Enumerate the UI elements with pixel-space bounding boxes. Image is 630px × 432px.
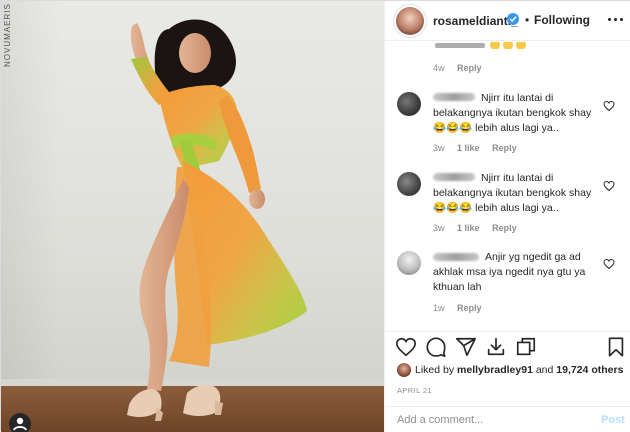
comment-text: Anjir yg ngedit ga ad akhlak msa iya nge… bbox=[433, 251, 586, 293]
author-avatar[interactable] bbox=[396, 7, 424, 35]
comment-meta: 4w Reply bbox=[433, 63, 492, 73]
comments-list[interactable]: 4w Reply Njirr itu lantai di belakangnya… bbox=[385, 41, 630, 331]
add-comment-input[interactable] bbox=[397, 412, 587, 428]
add-comment-bar: Post bbox=[385, 406, 630, 432]
commenter-avatar[interactable] bbox=[397, 251, 421, 275]
liked-by-prefix: Liked by bbox=[415, 364, 458, 376]
liked-by-row: Liked by mellybradley91 and 19,724 other… bbox=[397, 363, 627, 377]
heart-icon[interactable] bbox=[395, 336, 417, 358]
comment-text: Njirr itu lantai di belakangnya ikutan b… bbox=[433, 92, 592, 134]
commenter-avatar[interactable] bbox=[397, 92, 421, 116]
post-date[interactable]: APRIL 21 bbox=[397, 386, 432, 395]
download-icon[interactable] bbox=[485, 336, 507, 358]
more-options-icon[interactable] bbox=[607, 11, 625, 27]
comment-text: Njirr itu lantai di belakangnya ikutan b… bbox=[433, 172, 592, 214]
post-frame: NOVUMAERIS rosameldianti_ • Following 4w… bbox=[0, 0, 630, 432]
author-username[interactable]: rosameldianti_ bbox=[433, 14, 518, 28]
liked-by-user[interactable]: mellybradley91 bbox=[457, 364, 533, 376]
liker-avatar[interactable] bbox=[397, 363, 411, 377]
header-separator: • bbox=[525, 13, 530, 27]
commenter-avatar[interactable] bbox=[397, 172, 421, 196]
right-shoe bbox=[183, 385, 221, 416]
comment-time: 3w bbox=[433, 143, 445, 153]
post-actions-bar bbox=[385, 331, 630, 361]
following-button[interactable]: Following bbox=[534, 13, 590, 27]
reply-button[interactable]: Reply bbox=[457, 303, 482, 313]
share-icon[interactable] bbox=[455, 336, 477, 358]
post-comment-button[interactable]: Post bbox=[601, 414, 625, 426]
reply-button[interactable]: Reply bbox=[492, 143, 517, 153]
liked-by-count[interactable]: 19,724 others bbox=[556, 364, 623, 376]
comment-likes[interactable]: 1 like bbox=[457, 143, 480, 153]
like-comment-heart-icon[interactable] bbox=[603, 257, 615, 270]
comment-likes[interactable]: 1 like bbox=[457, 223, 480, 233]
post-side-panel: rosameldianti_ • Following 4w Reply Njir… bbox=[384, 1, 630, 432]
post-photo[interactable]: NOVUMAERIS bbox=[1, 1, 384, 432]
liked-by-text[interactable]: Liked by mellybradley91 and 19,724 other… bbox=[415, 364, 623, 376]
face bbox=[179, 33, 211, 73]
comment-icon[interactable] bbox=[425, 336, 447, 358]
liked-by-middle: and bbox=[532, 364, 557, 376]
cut-comment-emoji bbox=[435, 41, 545, 49]
reply-button[interactable]: Reply bbox=[492, 223, 517, 233]
comment-time: 3w bbox=[433, 223, 445, 233]
reply-button[interactable]: Reply bbox=[457, 63, 482, 73]
post-header: rosameldianti_ • Following bbox=[385, 1, 630, 41]
like-comment-heart-icon[interactable] bbox=[603, 179, 615, 192]
copy-icon[interactable] bbox=[515, 336, 537, 358]
comment-time: 4w bbox=[433, 63, 445, 73]
comment-time: 1w bbox=[433, 303, 445, 313]
bookmark-icon[interactable] bbox=[605, 336, 627, 358]
verified-badge-icon bbox=[507, 13, 519, 25]
model-figure bbox=[127, 19, 307, 421]
person-icon[interactable] bbox=[9, 413, 31, 432]
like-comment-heart-icon[interactable] bbox=[603, 99, 615, 112]
comment-meta: 1w Reply bbox=[433, 303, 492, 313]
comment-meta: 3w 1 like Reply bbox=[433, 223, 527, 233]
comment-meta: 3w 1 like Reply bbox=[433, 143, 527, 153]
